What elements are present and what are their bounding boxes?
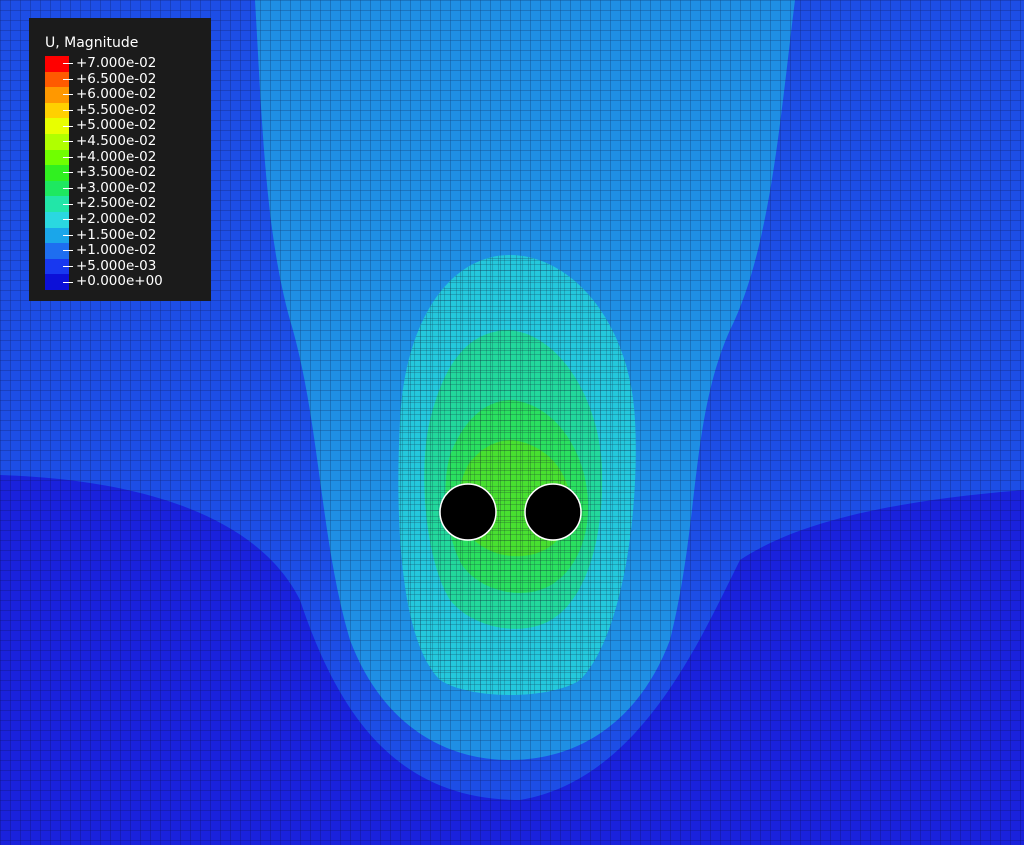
legend-entry: +4.000e-02 — [45, 148, 211, 166]
legend-tick — [63, 203, 73, 205]
legend-label: +4.000e-02 — [76, 148, 157, 165]
tunnel-hole-left — [439, 483, 497, 541]
legend-rows: +7.000e-02 +6.500e-02 +6.000e-02 +5.500e-02… — [45, 55, 211, 290]
legend-label: +5.000e-02 — [76, 117, 157, 134]
legend-entry: +4.500e-02 — [45, 132, 211, 150]
legend-tick — [63, 125, 73, 127]
legend-entry: +5.000e-02 — [45, 118, 211, 134]
legend-label: +0.000e+00 — [76, 273, 163, 290]
legend-entry: +6.000e-02 — [45, 87, 211, 103]
legend-title: U, Magnitude — [45, 35, 139, 51]
legend-tick — [63, 266, 73, 268]
legend-label: +1.000e-02 — [76, 242, 157, 259]
legend-tick — [63, 188, 73, 190]
legend-label: +6.000e-02 — [76, 86, 157, 103]
legend-tick — [63, 110, 73, 112]
contour-legend: U, Magnitude +7.000e-02 +6.500e-02 +6.000e… — [29, 18, 211, 301]
legend-tick — [63, 78, 73, 80]
legend-entry: +3.000e-02 — [45, 179, 211, 197]
mesh-overlay-fine — [398, 255, 636, 695]
legend-entry: +0.000e+00 — [45, 274, 211, 290]
legend-entry: +5.000e-03 — [45, 257, 211, 275]
legend-label: +3.000e-02 — [76, 179, 157, 196]
legend-label: +6.500e-02 — [76, 70, 157, 87]
legend-tick — [63, 234, 73, 236]
legend-tick — [63, 219, 73, 221]
legend-entry: +2.000e-02 — [45, 210, 211, 228]
legend-entry: +2.500e-02 — [45, 196, 211, 212]
legend-entry: +7.000e-02 — [45, 55, 211, 72]
legend-tick — [63, 281, 73, 283]
legend-label: +4.500e-02 — [76, 132, 157, 149]
legend-entry: +6.500e-02 — [45, 70, 211, 88]
legend-tick — [63, 172, 73, 174]
legend-entry: +1.000e-02 — [45, 243, 211, 259]
legend-label: +5.500e-02 — [76, 101, 157, 118]
legend-label: +2.500e-02 — [76, 195, 157, 212]
tunnel-hole-right — [524, 483, 582, 541]
legend-entry: +1.500e-02 — [45, 226, 211, 244]
legend-label: +7.000e-02 — [76, 55, 157, 71]
legend-label: +3.500e-02 — [76, 164, 157, 181]
legend-entry: +3.500e-02 — [45, 165, 211, 181]
legend-tick — [63, 141, 73, 143]
legend-entry: +5.500e-02 — [45, 101, 211, 119]
legend-tick — [63, 94, 73, 96]
legend-label: +1.500e-02 — [76, 226, 157, 243]
legend-tick — [63, 156, 73, 158]
legend-label: +2.000e-02 — [76, 210, 157, 227]
legend-label: +5.000e-03 — [76, 257, 157, 274]
legend-tick — [63, 63, 73, 65]
legend-tick — [63, 250, 73, 252]
